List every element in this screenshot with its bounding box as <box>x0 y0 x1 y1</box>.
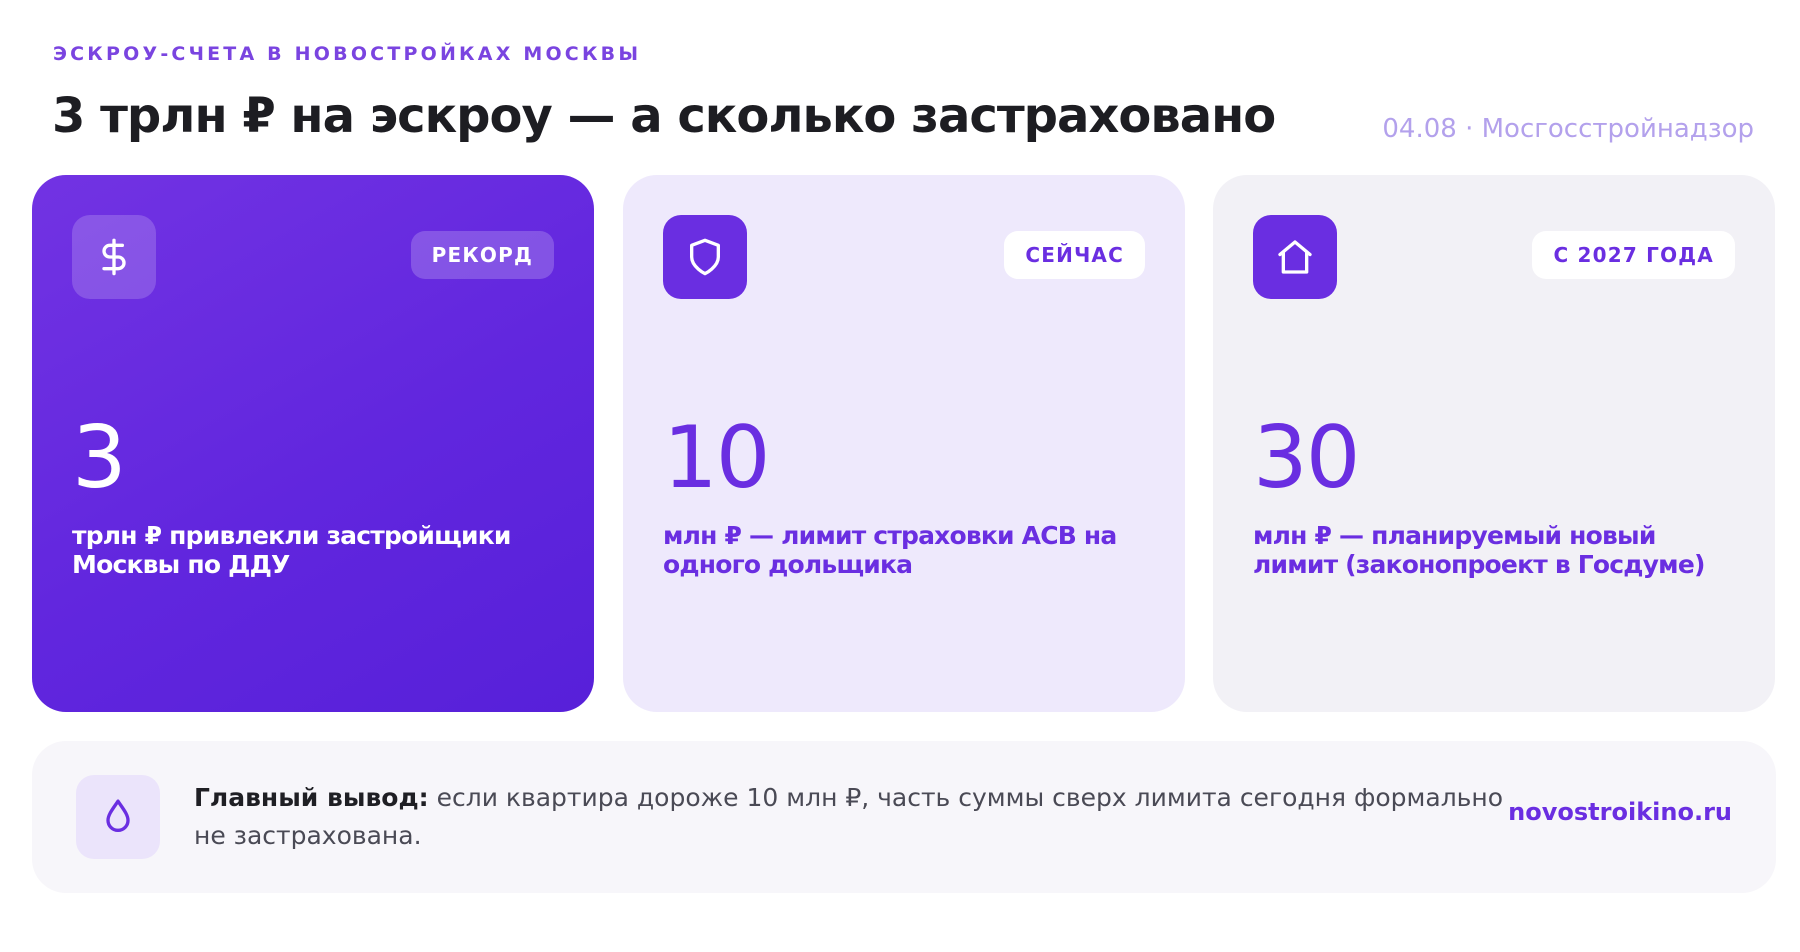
source-date: 04.08 · Мосгосстройнадзор <box>1382 114 1754 144</box>
status-badge: РЕКОРД <box>410 231 554 279</box>
conclusion-label: Главный вывод: <box>194 783 429 812</box>
dollar-icon <box>72 215 156 299</box>
stat-card-current: СЕЙЧАС 10 млн ₽ — лимит страховки АСВ на… <box>623 175 1185 712</box>
conclusion-panel: Главный вывод: если квартира дороже 10 м… <box>32 741 1776 893</box>
stat-description: млн ₽ — планируемый новый лимит (законоп… <box>1253 521 1705 579</box>
stat-description: трлн ₽ привлекли застройщики Москвы по Д… <box>72 521 511 579</box>
stat-description: млн ₽ — лимит страховки АСВ на одного до… <box>663 521 1117 579</box>
house-icon <box>1253 215 1337 299</box>
conclusion-text: Главный вывод: если квартира дороже 10 м… <box>194 779 1524 855</box>
status-badge: СЕЙЧАС <box>1004 231 1145 279</box>
stat-card-future: С 2027 ГОДА 30 млн ₽ — планируемый новый… <box>1213 175 1775 712</box>
shield-icon <box>663 215 747 299</box>
kicker-label: ЭСКРОУ-СЧЕТА В НОВОСТРОЙКАХ МОСКВЫ <box>53 43 642 65</box>
droplet-icon <box>76 775 160 859</box>
page-title: 3 трлн ₽ на эскроу — а сколько застрахов… <box>52 88 1276 144</box>
stat-card-record: РЕКОРД 3 трлн ₽ привлекли застройщики Мо… <box>32 175 594 712</box>
stat-value: 3 <box>72 408 127 508</box>
stat-value: 30 <box>1253 408 1360 508</box>
stat-value: 10 <box>663 408 770 508</box>
site-link[interactable]: novostroikino.ru <box>1508 798 1732 826</box>
status-badge: С 2027 ГОДА <box>1532 231 1735 279</box>
